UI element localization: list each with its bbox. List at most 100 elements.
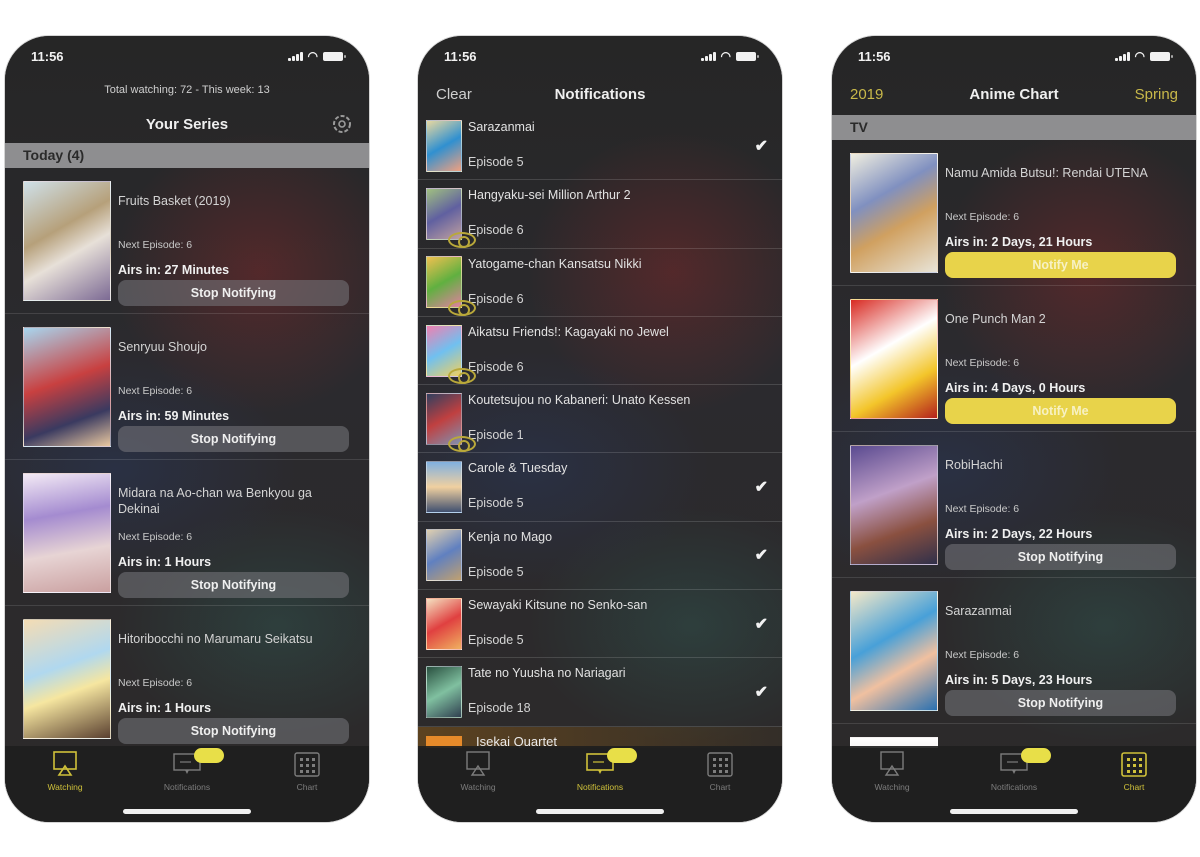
status-bar: 11:56 ◠ xyxy=(31,46,346,66)
notification-row[interactable]: Yatogame-chan Kansatsu Nikki Episode 6 xyxy=(418,249,782,317)
phone-chart-screen: 11:56 ◠ 2019 Anime Chart Spring TV Namu … xyxy=(832,36,1196,822)
notification-title: Kenja no Mago xyxy=(468,529,553,544)
wifi-icon: ◠ xyxy=(1134,49,1145,63)
checkmark-icon[interactable]: ✔ xyxy=(755,682,768,702)
notification-episode: Episode 1 xyxy=(468,428,524,443)
series-card[interactable]: Hitoribocchi no Marumaru Seikatsu Next E… xyxy=(5,606,369,748)
notification-row[interactable]: Kenja no Mago Episode 5 ✔ xyxy=(418,522,782,591)
notifications-list: Sarazanmai Episode 5 ✔ Hangyaku-sei Mill… xyxy=(418,112,782,748)
notification-episode: Episode 5 xyxy=(468,633,524,648)
navigation-bar: Total watching: 72 - This week: 13 Your … xyxy=(5,80,369,138)
series-airs-in: Airs in: 59 Minutes xyxy=(118,409,230,423)
home-indicator[interactable] xyxy=(536,809,664,814)
tab-label: Chart xyxy=(296,782,318,792)
settings-gear-icon[interactable] xyxy=(331,113,353,140)
series-title: Hitoribocchi no Marumaru Seikatsu xyxy=(118,632,313,646)
series-card[interactable]: Fruits Basket (2019) Next Episode: 6 Air… xyxy=(5,168,369,314)
series-card[interactable]: RobiHachi Next Episode: 6 Airs in: 2 Day… xyxy=(832,432,1196,578)
notification-title: Aikatsu Friends!: Kagayaki no Jewel xyxy=(468,324,669,339)
series-airs-in: Airs in: 27 Minutes xyxy=(118,263,230,277)
series-next-episode: Next Episode: 6 xyxy=(118,677,193,689)
series-next-episode: Next Episode: 6 xyxy=(118,385,193,397)
series-airs-in: Airs in: 1 Hours xyxy=(118,555,212,569)
phone-watching-screen: 11:56 ◠ Total watching: 72 - This week: … xyxy=(5,36,369,822)
notify-me-button[interactable]: Notify Me xyxy=(945,398,1176,424)
checkmark-icon[interactable]: ✔ xyxy=(755,614,768,634)
calendar-icon xyxy=(704,750,736,778)
stop-notifying-button[interactable]: Stop Notifying xyxy=(118,572,349,598)
notification-row[interactable]: Hangyaku-sei Million Arthur 2 Episode 6 xyxy=(418,180,782,249)
stop-notifying-button[interactable]: Stop Notifying xyxy=(118,718,349,744)
home-indicator[interactable] xyxy=(950,809,1078,814)
series-poster xyxy=(850,299,938,419)
series-title: RobiHachi xyxy=(945,458,1003,472)
tab-chart[interactable]: Chart xyxy=(262,750,352,792)
checkmark-icon[interactable]: ✔ xyxy=(755,136,768,156)
notification-row[interactable]: Sewayaki Kitsune no Senko-san Episode 5 … xyxy=(418,590,782,659)
eye-icon[interactable] xyxy=(448,299,476,316)
tab-chart[interactable]: Chart xyxy=(1089,750,1179,792)
series-card[interactable]: Namu Amida Butsu!: Rendai UTENA Next Epi… xyxy=(832,140,1196,286)
navigation-bar: Clear Notifications xyxy=(418,80,782,112)
series-poster xyxy=(23,473,111,593)
notification-row[interactable]: Tate no Yuusha no Nariagari Episode 18 ✔ xyxy=(418,658,782,727)
stop-notifying-button[interactable]: Stop Notifying xyxy=(118,280,349,306)
tab-label: Notifications xyxy=(576,782,624,792)
stop-notifying-button[interactable]: Stop Notifying xyxy=(945,690,1176,716)
calendar-icon xyxy=(291,750,323,778)
tab-chart[interactable]: Chart xyxy=(675,750,765,792)
eye-icon[interactable] xyxy=(448,368,476,385)
wifi-icon: ◠ xyxy=(307,49,318,63)
wifi-icon: ◠ xyxy=(720,49,731,63)
series-card[interactable]: Sarazanmai Next Episode: 6 Airs in: 5 Da… xyxy=(832,578,1196,724)
tab-watching[interactable]: Watching xyxy=(433,750,523,792)
airplay-icon xyxy=(462,750,494,778)
checkmark-icon[interactable]: ✔ xyxy=(755,477,768,497)
series-card[interactable]: Senryuu Shoujo Next Episode: 6 Airs in: … xyxy=(5,314,369,460)
notification-thumbnail xyxy=(426,461,462,514)
tab-watching[interactable]: Watching xyxy=(847,750,937,792)
battery-icon xyxy=(736,51,759,61)
tab-notifications[interactable]: ... Notifications xyxy=(969,748,1059,792)
checkmark-icon[interactable]: ✔ xyxy=(755,545,768,565)
tab-notifications[interactable]: ... Notifications xyxy=(555,748,645,792)
battery-icon xyxy=(323,51,346,61)
notification-episode: Episode 18 xyxy=(468,701,531,716)
notification-row[interactable]: Sarazanmai Episode 5 ✔ xyxy=(418,112,782,181)
eye-icon[interactable] xyxy=(448,436,476,453)
notification-title: Carole & Tuesday xyxy=(468,461,568,476)
page-title: Notifications xyxy=(554,86,646,103)
tab-notifications[interactable]: ... Notifications xyxy=(142,748,232,792)
notification-row[interactable]: Carole & Tuesday Episode 5 ✔ xyxy=(418,453,782,522)
notification-row-partial[interactable]: Isekai Quartet xyxy=(418,726,782,748)
watching-stats: Total watching: 72 - This week: 13 xyxy=(104,84,270,96)
cellular-signal-icon xyxy=(287,51,303,61)
status-time: 11:56 xyxy=(858,48,891,64)
series-next-episode: Next Episode: 6 xyxy=(945,503,1020,515)
notification-title: Tate no Yuusha no Nariagari xyxy=(468,666,626,681)
stop-notifying-button[interactable]: Stop Notifying xyxy=(945,544,1176,570)
notification-row[interactable]: Koutetsujou no Kabaneri: Unato Kessen Ep… xyxy=(418,385,782,454)
section-header-today: Today (4) xyxy=(5,143,369,168)
season-selector-button[interactable]: Spring xyxy=(1135,86,1178,103)
status-bar: 11:56 ◠ xyxy=(444,46,759,66)
notification-badge: ... xyxy=(1021,748,1051,763)
eye-icon[interactable] xyxy=(448,231,476,248)
notification-thumbnail xyxy=(426,529,462,582)
series-airs-in: Airs in: 5 Days, 23 Hours xyxy=(945,673,1093,687)
series-title: Namu Amida Butsu!: Rendai UTENA xyxy=(945,166,1148,180)
airplay-icon xyxy=(876,750,908,778)
series-poster xyxy=(23,181,111,301)
notification-title: Koutetsujou no Kabaneri: Unato Kessen xyxy=(468,393,691,408)
series-card[interactable]: Midara na Ao-chan wa Benkyou ga Dekinai … xyxy=(5,460,369,606)
notification-row[interactable]: Aikatsu Friends!: Kagayaki no Jewel Epis… xyxy=(418,317,782,386)
airplay-icon xyxy=(49,750,81,778)
home-indicator[interactable] xyxy=(123,809,251,814)
notify-me-button[interactable]: Notify Me xyxy=(945,252,1176,278)
series-card-partial[interactable] xyxy=(832,724,1196,748)
stop-notifying-button[interactable]: Stop Notifying xyxy=(118,426,349,452)
series-next-episode: Next Episode: 6 xyxy=(945,211,1020,223)
tab-watching[interactable]: Watching xyxy=(20,750,110,792)
status-bar: 11:56 ◠ xyxy=(858,46,1173,66)
series-card[interactable]: One Punch Man 2 Next Episode: 6 Airs in:… xyxy=(832,286,1196,432)
